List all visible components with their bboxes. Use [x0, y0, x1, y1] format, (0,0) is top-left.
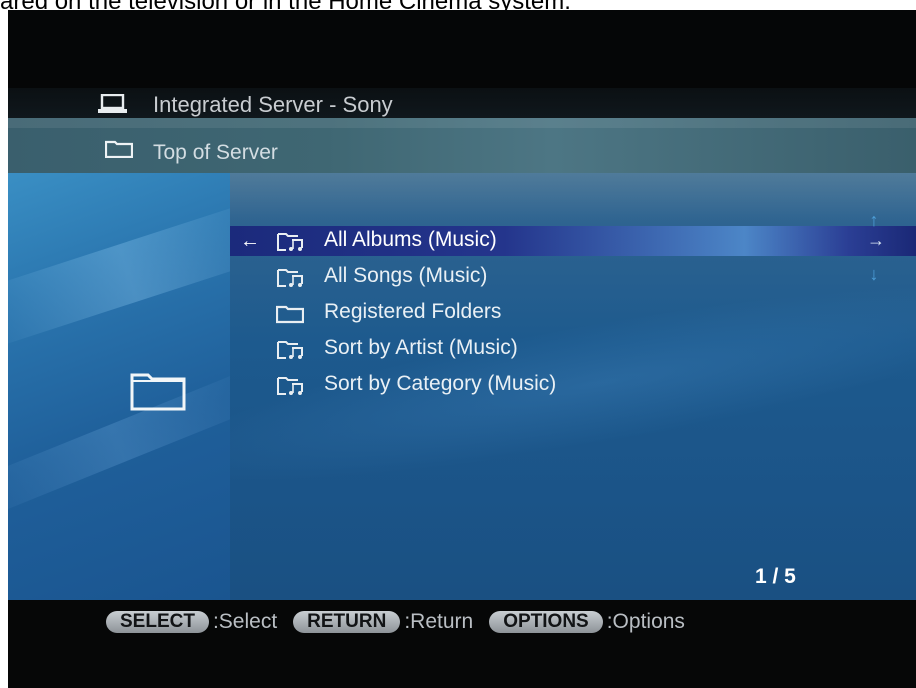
- list-item-label: Sort by Artist (Music): [324, 336, 518, 359]
- return-button-hint: RETURN: [293, 611, 401, 633]
- music-folder-icon: [276, 376, 304, 401]
- media-browser-screen: Integrated Server - Sony Top of Server ←: [8, 10, 916, 688]
- hint-list: SELECT :Select RETURN :Return OPTIONS :O…: [106, 608, 701, 636]
- list-item-all-albums[interactable]: ← All Albums (Music): [230, 226, 916, 262]
- preview-panel: [8, 173, 230, 600]
- scroll-down-icon[interactable]: ↓: [867, 265, 881, 283]
- location-header: Top of Server: [8, 118, 916, 173]
- list-item-label: All Albums (Music): [324, 228, 497, 251]
- music-folder-icon: [276, 268, 304, 293]
- folder-icon: [104, 140, 134, 163]
- music-folder-icon: [276, 340, 304, 365]
- music-folder-icon: [276, 232, 304, 257]
- button-hint-bar: SELECT :Select RETURN :Return OPTIONS :O…: [8, 600, 916, 688]
- scroll-up-icon[interactable]: ↑: [867, 211, 881, 229]
- list-item-all-songs[interactable]: All Songs (Music): [230, 262, 916, 298]
- arrow-left-icon: ←: [240, 230, 260, 252]
- list-item-label: All Songs (Music): [324, 264, 488, 287]
- select-button-hint: SELECT: [106, 611, 209, 633]
- list-item-sort-by-artist[interactable]: Sort by Artist (Music): [230, 334, 916, 370]
- list-item-registered-folders[interactable]: Registered Folders: [230, 298, 916, 334]
- location-label: Top of Server: [153, 141, 278, 164]
- return-hint-text: :Return: [404, 610, 474, 633]
- page-indicator: 1 / 5: [755, 565, 796, 588]
- content-list-panel: ← All Albums (Music) All Songs (Music) R…: [230, 173, 916, 600]
- content-list: ← All Albums (Music) All Songs (Music) R…: [230, 226, 916, 406]
- options-hint-text: :Options: [606, 610, 685, 633]
- folder-icon: [275, 304, 305, 329]
- folder-preview-icon: [130, 371, 186, 416]
- laptop-icon: [98, 93, 128, 119]
- list-item-label: Sort by Category (Music): [324, 372, 557, 395]
- server-name: Integrated Server - Sony: [153, 92, 393, 117]
- select-hint-text: :Select: [212, 610, 278, 633]
- list-item-label: Registered Folders: [324, 300, 502, 323]
- options-button-hint: OPTIONS: [489, 611, 603, 633]
- server-header: Integrated Server - Sony: [8, 88, 916, 120]
- list-item-sort-by-category[interactable]: Sort by Category (Music): [230, 370, 916, 406]
- arrow-right-icon[interactable]: →: [867, 231, 885, 249]
